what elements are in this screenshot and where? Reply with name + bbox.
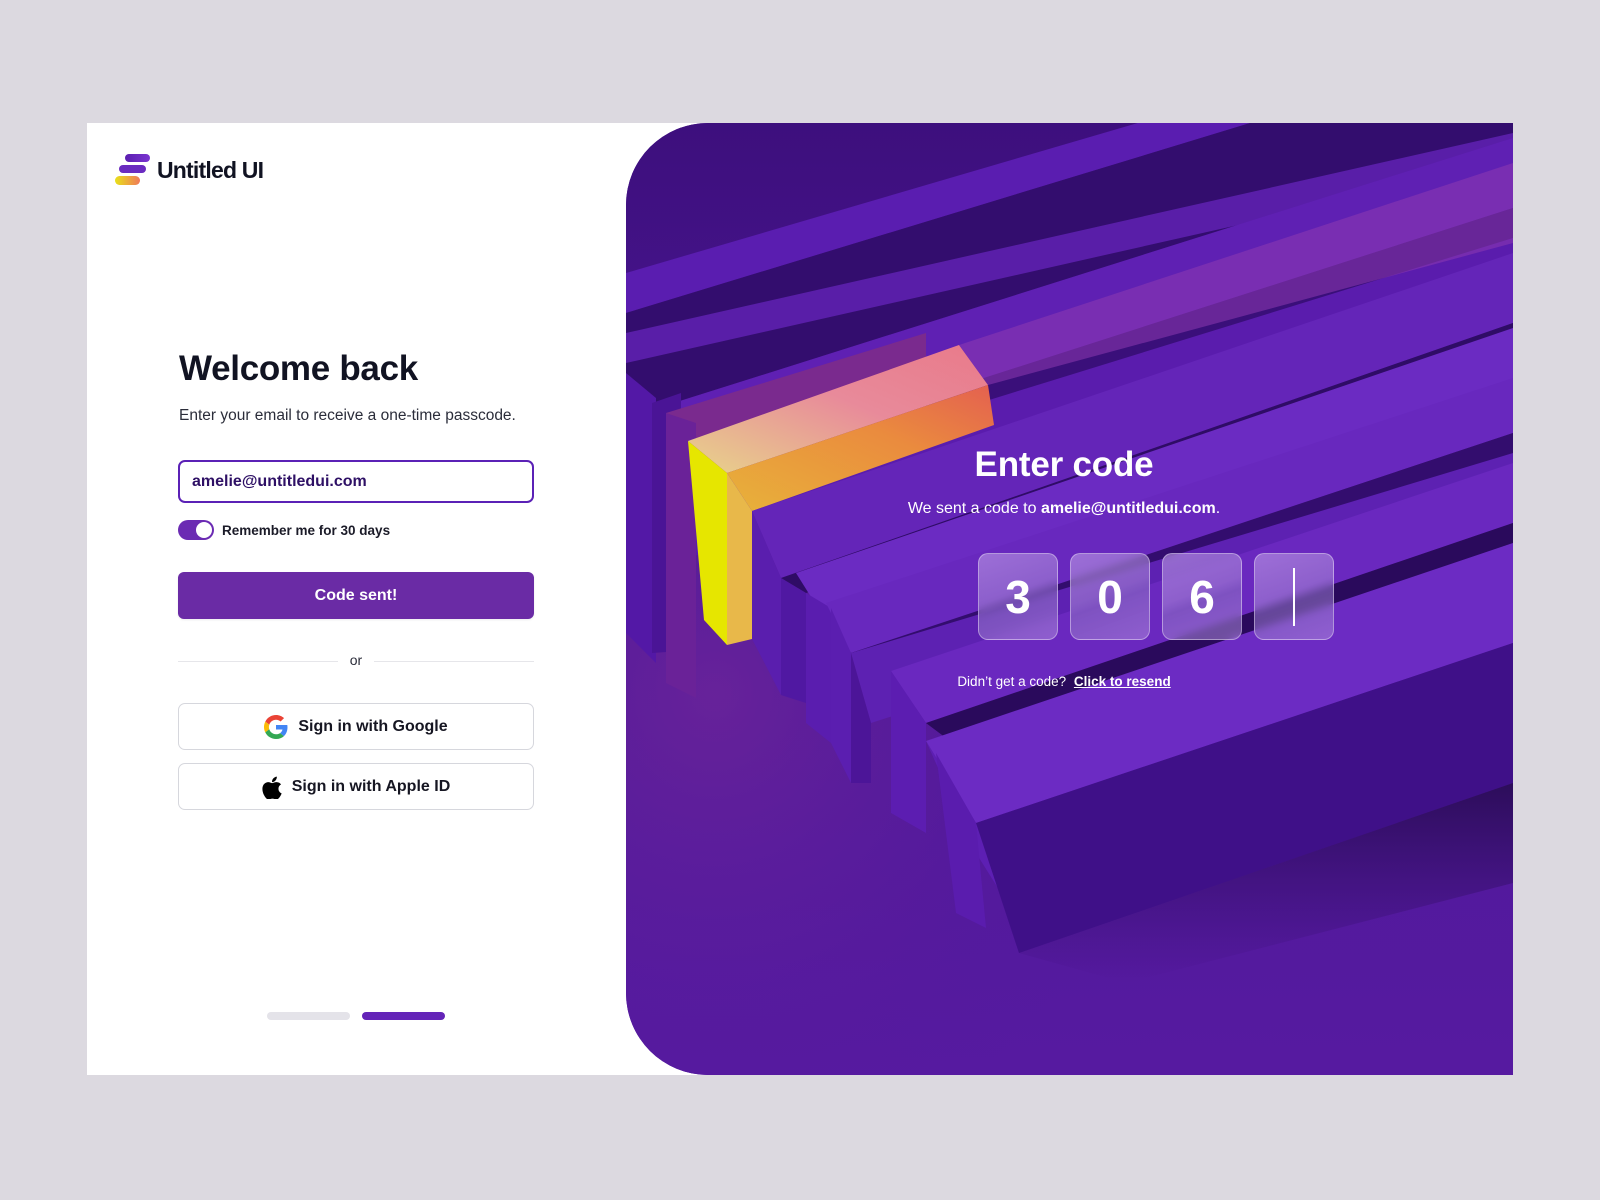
resend-prompt: Didn’t get a code? [957, 674, 1067, 689]
resend-code-link[interactable]: Click to resend [1074, 674, 1171, 689]
text-caret [1293, 567, 1295, 626]
bar-shape [806, 593, 831, 743]
untitled-ui-logo-icon [115, 154, 150, 185]
google-sign-in-label: Sign in with Google [298, 717, 448, 735]
brand-name: Untitled UI [157, 156, 264, 183]
login-card: Untitled UI Welcome back Enter your emai… [87, 123, 1513, 1075]
brand-logo[interactable]: Untitled UI [115, 153, 264, 187]
bar-shape [626, 373, 656, 663]
send-code-button[interactable]: Code sent! [178, 572, 534, 619]
google-icon [264, 714, 288, 739]
otp-input-group: 3 0 6 [978, 553, 1334, 640]
email-field[interactable] [178, 460, 534, 503]
remember-me-toggle-row[interactable]: Remember me for 30 days [178, 520, 390, 540]
apple-sign-in-button[interactable]: Sign in with Apple ID [178, 763, 534, 810]
remember-me-label: Remember me for 30 days [222, 522, 391, 538]
apple-sign-in-label: Sign in with Apple ID [291, 777, 451, 795]
divider-label: or [349, 652, 363, 668]
otp-digit-4[interactable] [1254, 553, 1334, 640]
page-title: Welcome back [179, 349, 418, 388]
step-indicator [267, 1012, 445, 1020]
divider-line [374, 661, 534, 662]
step-indicator-dot-2[interactable] [362, 1012, 445, 1020]
step-indicator-dot-1[interactable] [267, 1012, 350, 1020]
otp-digit-1[interactable]: 3 [978, 553, 1058, 640]
otp-digit-2[interactable]: 0 [1070, 553, 1150, 640]
google-sign-in-button[interactable]: Sign in with Google [178, 703, 534, 750]
otp-digit-3[interactable]: 6 [1162, 553, 1242, 640]
page-subtitle: Enter your email to receive a one-time p… [179, 407, 516, 424]
bar-shape [781, 578, 806, 703]
apple-icon [262, 775, 282, 799]
or-divider: or [178, 652, 534, 670]
remember-me-toggle[interactable] [178, 520, 214, 540]
hero-panel: Enter code We sent a code to amelie@unti… [626, 123, 1513, 1075]
resend-row: Didn’t get a code? Click to resend [864, 674, 1264, 689]
toggle-knob [196, 522, 212, 538]
